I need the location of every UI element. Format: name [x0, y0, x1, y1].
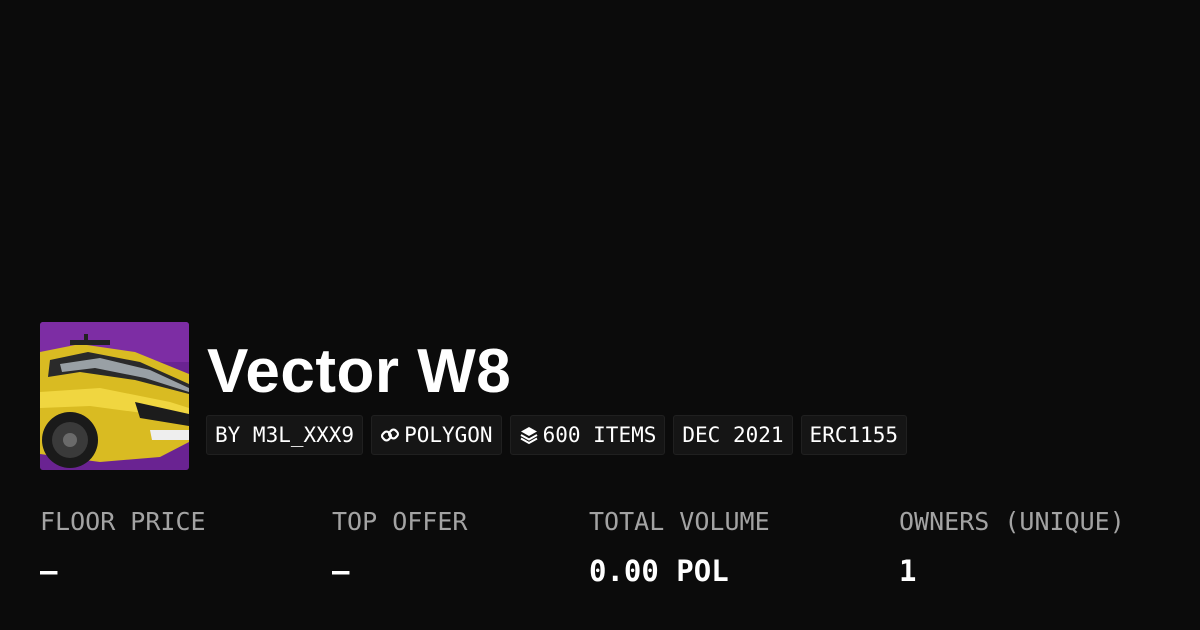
date-chip: DEC 2021	[673, 415, 793, 455]
top-offer-value: –	[332, 554, 350, 588]
chain-link-icon	[380, 425, 400, 445]
top-offer-stat: TOP OFFER –	[332, 505, 467, 588]
chain-chip[interactable]: POLYGON	[371, 415, 502, 455]
owners-stat: OWNERS (UNIQUE) 1	[899, 505, 1125, 588]
total-volume-label: TOTAL VOLUME	[589, 507, 770, 536]
items-count-label: 600 ITEMS	[542, 423, 657, 447]
token-standard-chip: ERC1155	[800, 415, 908, 455]
chain-label: POLYGON	[404, 423, 493, 447]
total-volume-stat: TOTAL VOLUME 0.00 POL	[589, 505, 770, 588]
top-offer-label: TOP OFFER	[332, 507, 468, 536]
sports-car-image	[40, 322, 189, 470]
floor-price-stat: FLOOR PRICE –	[40, 505, 206, 588]
creator-chip[interactable]: BY M3L_XXX9	[206, 415, 364, 455]
collection-share-card: Vector W8 BY M3L_XXX9 POLYGON 600 ITEMS …	[0, 0, 1200, 630]
floor-price-value: –	[40, 554, 58, 588]
total-volume-value: 0.00 POL	[589, 554, 729, 588]
created-date-label: DEC 2021	[682, 423, 784, 447]
layers-icon	[519, 425, 539, 445]
collection-title: Vector W8	[207, 337, 512, 406]
owners-value: 1	[899, 554, 917, 588]
token-standard-label: ERC1155	[809, 423, 899, 447]
creator-label: BY M3L_XXX9	[215, 423, 355, 447]
owners-label: OWNERS (UNIQUE)	[899, 507, 1125, 536]
collection-meta-chips: BY M3L_XXX9 POLYGON 600 ITEMS DEC 2021 E…	[206, 415, 908, 455]
items-chip: 600 ITEMS	[509, 415, 666, 455]
collection-thumbnail[interactable]	[40, 322, 189, 470]
floor-price-label: FLOOR PRICE	[40, 507, 206, 536]
